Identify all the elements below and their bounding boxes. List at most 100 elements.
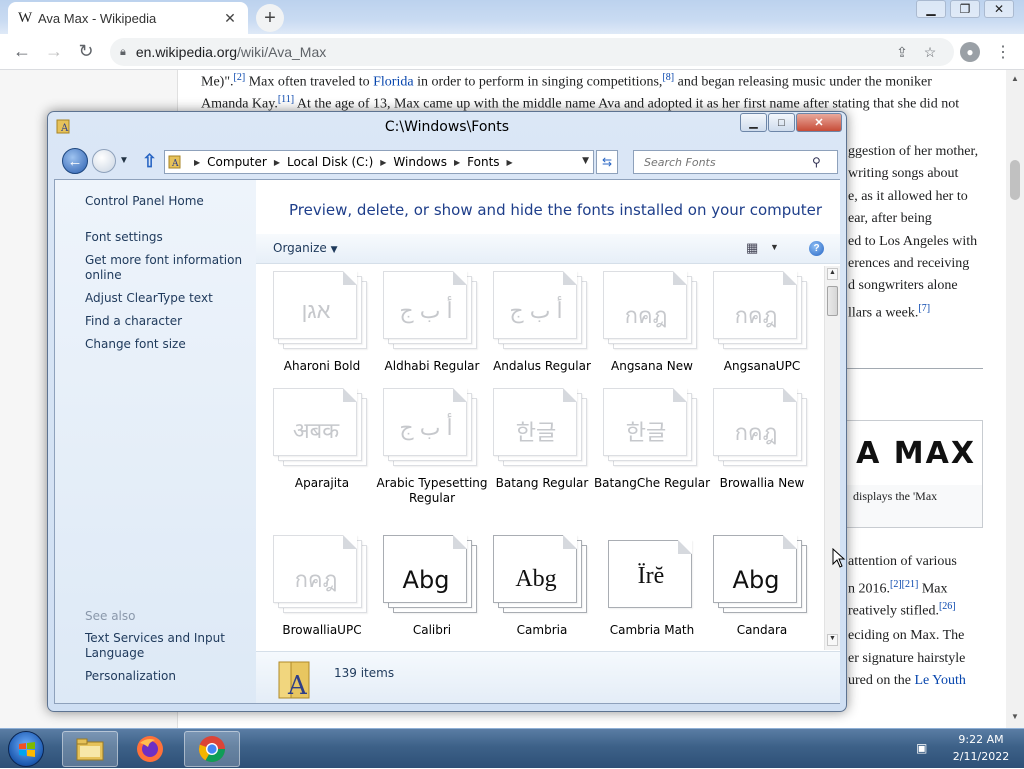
close-icon[interactable]: ✕ bbox=[984, 0, 1014, 18]
change-view-icon[interactable]: ▦ bbox=[746, 240, 758, 256]
content-pane: Preview, delete, or show and hide the fo… bbox=[256, 180, 840, 703]
change-font-size-link[interactable]: Change font size bbox=[85, 337, 245, 352]
breadcrumb[interactable]: A ▶ Computer ▶ Local Disk (C:) ▶ Windows… bbox=[164, 150, 594, 174]
ava-max-logo[interactable]: A MAX bbox=[847, 421, 982, 485]
breadcrumb-item[interactable]: Windows bbox=[393, 155, 447, 169]
font-settings-link[interactable]: Font settings bbox=[85, 230, 245, 245]
page-scrollbar[interactable]: ▲ ▼ bbox=[1006, 70, 1024, 728]
firefox-icon bbox=[137, 736, 163, 762]
fonts-explorer-window: A C:\Windows\Fonts ▁ □ ✕ ← ▼ ⇧ A ▶ Compu… bbox=[47, 111, 847, 712]
search-icon[interactable]: ⚲ bbox=[812, 155, 821, 169]
font-name: Cambria bbox=[516, 623, 568, 637]
refresh-icon[interactable]: ⇆ bbox=[596, 150, 618, 174]
maximize-icon[interactable]: □ bbox=[768, 113, 795, 132]
find-character-link[interactable]: Find a character bbox=[85, 314, 245, 329]
font-grid: אגן Aharoni Bold أ ب ج Aldhabi Regular أ… bbox=[256, 265, 824, 651]
forward-icon[interactable]: → bbox=[38, 41, 70, 62]
font-preview: Abg bbox=[402, 566, 450, 594]
menu-icon[interactable]: ⋮ bbox=[995, 42, 1011, 62]
fonts-scrollbar[interactable]: ▲ ▼ bbox=[824, 266, 840, 650]
font-name: BatangChe Regular bbox=[593, 476, 711, 490]
back-icon[interactable]: ← bbox=[6, 41, 38, 62]
font-file-icon: Abg bbox=[383, 535, 479, 613]
florida-link[interactable]: Florida bbox=[373, 75, 413, 90]
taskbar-chrome[interactable] bbox=[184, 731, 240, 767]
svg-text:A: A bbox=[171, 159, 179, 169]
start-button[interactable] bbox=[8, 731, 44, 767]
help-icon[interactable]: ? bbox=[809, 241, 824, 256]
restore-icon[interactable]: ❐ bbox=[950, 0, 980, 18]
font-preview: 한글 bbox=[625, 420, 667, 445]
taskbar-file-explorer[interactable] bbox=[62, 731, 118, 767]
font-preview: กคฎ bbox=[734, 303, 778, 328]
font-preview: Ïrĕ bbox=[637, 563, 665, 589]
scroll-up-icon[interactable]: ▲ bbox=[1010, 74, 1020, 83]
new-tab-button[interactable]: + bbox=[256, 4, 284, 32]
clock-time[interactable]: 9:22 AM bbox=[944, 733, 1018, 746]
taskbar-firefox[interactable] bbox=[122, 731, 178, 767]
close-icon[interactable]: ✕ bbox=[796, 113, 842, 132]
personalization-link[interactable]: Personalization bbox=[85, 669, 245, 684]
scroll-down-icon[interactable]: ▼ bbox=[1010, 712, 1020, 721]
search-input[interactable] bbox=[642, 154, 812, 170]
profile-icon[interactable]: ● bbox=[960, 42, 980, 62]
get-more-font-info-link[interactable]: Get more font information online bbox=[85, 253, 245, 283]
chevron-down-icon[interactable]: ▼ bbox=[582, 156, 589, 166]
system-tray: ▣ 9:22 AM 2/11/2022 bbox=[906, 729, 1024, 769]
organize-button[interactable]: Organize ▼ bbox=[273, 241, 338, 255]
scroll-down-icon[interactable]: ▼ bbox=[827, 634, 838, 646]
reload-icon[interactable]: ↻ bbox=[70, 41, 102, 62]
chevron-right-icon[interactable]: ▶ bbox=[380, 158, 386, 167]
browser-window-controls: ▁ ❐ ✕ bbox=[912, 0, 1014, 20]
star-icon[interactable]: ☆ bbox=[916, 44, 944, 61]
logo-figure[interactable]: A MAX displays the 'Max bbox=[846, 420, 983, 528]
chrome-icon bbox=[198, 736, 226, 763]
share-icon[interactable]: ⇪ bbox=[888, 44, 916, 61]
le-youth-link[interactable]: Le Youth bbox=[914, 673, 965, 688]
window-titlebar[interactable]: A C:\Windows\Fonts ▁ □ ✕ bbox=[48, 112, 846, 142]
window-controls: ▁ □ ✕ bbox=[740, 113, 843, 133]
minimize-icon[interactable]: ▁ bbox=[740, 113, 767, 132]
wikipedia-favicon: W bbox=[18, 9, 33, 26]
scroll-up-icon[interactable]: ▲ bbox=[827, 268, 838, 280]
chevron-right-icon[interactable]: ▶ bbox=[194, 158, 200, 167]
adjust-cleartype-link[interactable]: Adjust ClearType text bbox=[85, 291, 245, 306]
clock-date[interactable]: 2/11/2022 bbox=[944, 750, 1018, 763]
tab-close-icon[interactable]: ✕ bbox=[222, 10, 238, 27]
chevron-right-icon[interactable]: ▶ bbox=[274, 158, 280, 167]
chevron-right-icon[interactable]: ▶ bbox=[454, 158, 460, 167]
breadcrumb-item[interactable]: Local Disk (C:) bbox=[287, 155, 373, 169]
windows-logo-icon bbox=[19, 742, 35, 757]
font-preview: 한글 bbox=[515, 420, 557, 445]
up-arrow-icon[interactable]: ⇧ bbox=[142, 151, 157, 172]
network-icon[interactable]: ▣ bbox=[916, 741, 932, 755]
font-preview: Abg bbox=[515, 566, 557, 592]
search-field[interactable]: ⚲ bbox=[633, 150, 838, 174]
lock-icon[interactable]: 🔒︎ bbox=[120, 46, 126, 59]
control-panel-home-link[interactable]: Control Panel Home bbox=[85, 194, 245, 209]
tab-title: Ava Max - Wikipedia bbox=[38, 10, 157, 26]
chevron-right-icon[interactable]: ▶ bbox=[507, 158, 513, 167]
page-title: Preview, delete, or show and hide the fo… bbox=[289, 201, 823, 219]
forward-icon[interactable] bbox=[92, 149, 116, 173]
scrollbar-thumb[interactable] bbox=[827, 286, 838, 316]
scrollbar-thumb[interactable] bbox=[1010, 160, 1020, 200]
text-services-link[interactable]: Text Services and Input Language bbox=[85, 631, 245, 661]
minimize-icon[interactable]: ▁ bbox=[916, 0, 946, 18]
see-also-heading: See also bbox=[85, 609, 136, 623]
chevron-down-icon[interactable]: ▼ bbox=[770, 242, 779, 252]
url-text[interactable]: en.wikipedia.org/wiki/Ava_Max bbox=[136, 44, 888, 60]
article-text-line: ed to Los Angeles with bbox=[848, 234, 978, 249]
font-file-icon: กคฎ bbox=[713, 388, 809, 466]
article-text-line: llars a week.[7] bbox=[848, 303, 931, 321]
recent-pages-dropdown-icon[interactable]: ▼ bbox=[119, 155, 129, 166]
font-name: Browallia New bbox=[719, 476, 805, 490]
browser-tab[interactable]: W Ava Max - Wikipedia ✕ bbox=[8, 2, 248, 34]
details-pane: A 139 items bbox=[256, 651, 840, 703]
back-icon[interactable]: ← bbox=[62, 148, 88, 174]
article-text-line: ured on the Le Youth bbox=[848, 673, 966, 688]
explorer-body: Control Panel Home Font settings Get mor… bbox=[54, 179, 840, 704]
breadcrumb-item[interactable]: Computer bbox=[207, 155, 267, 169]
breadcrumb-item[interactable]: Fonts bbox=[467, 155, 499, 169]
address-bar[interactable]: 🔒︎ en.wikipedia.org/wiki/Ava_Max ⇪ ☆ bbox=[110, 38, 954, 66]
